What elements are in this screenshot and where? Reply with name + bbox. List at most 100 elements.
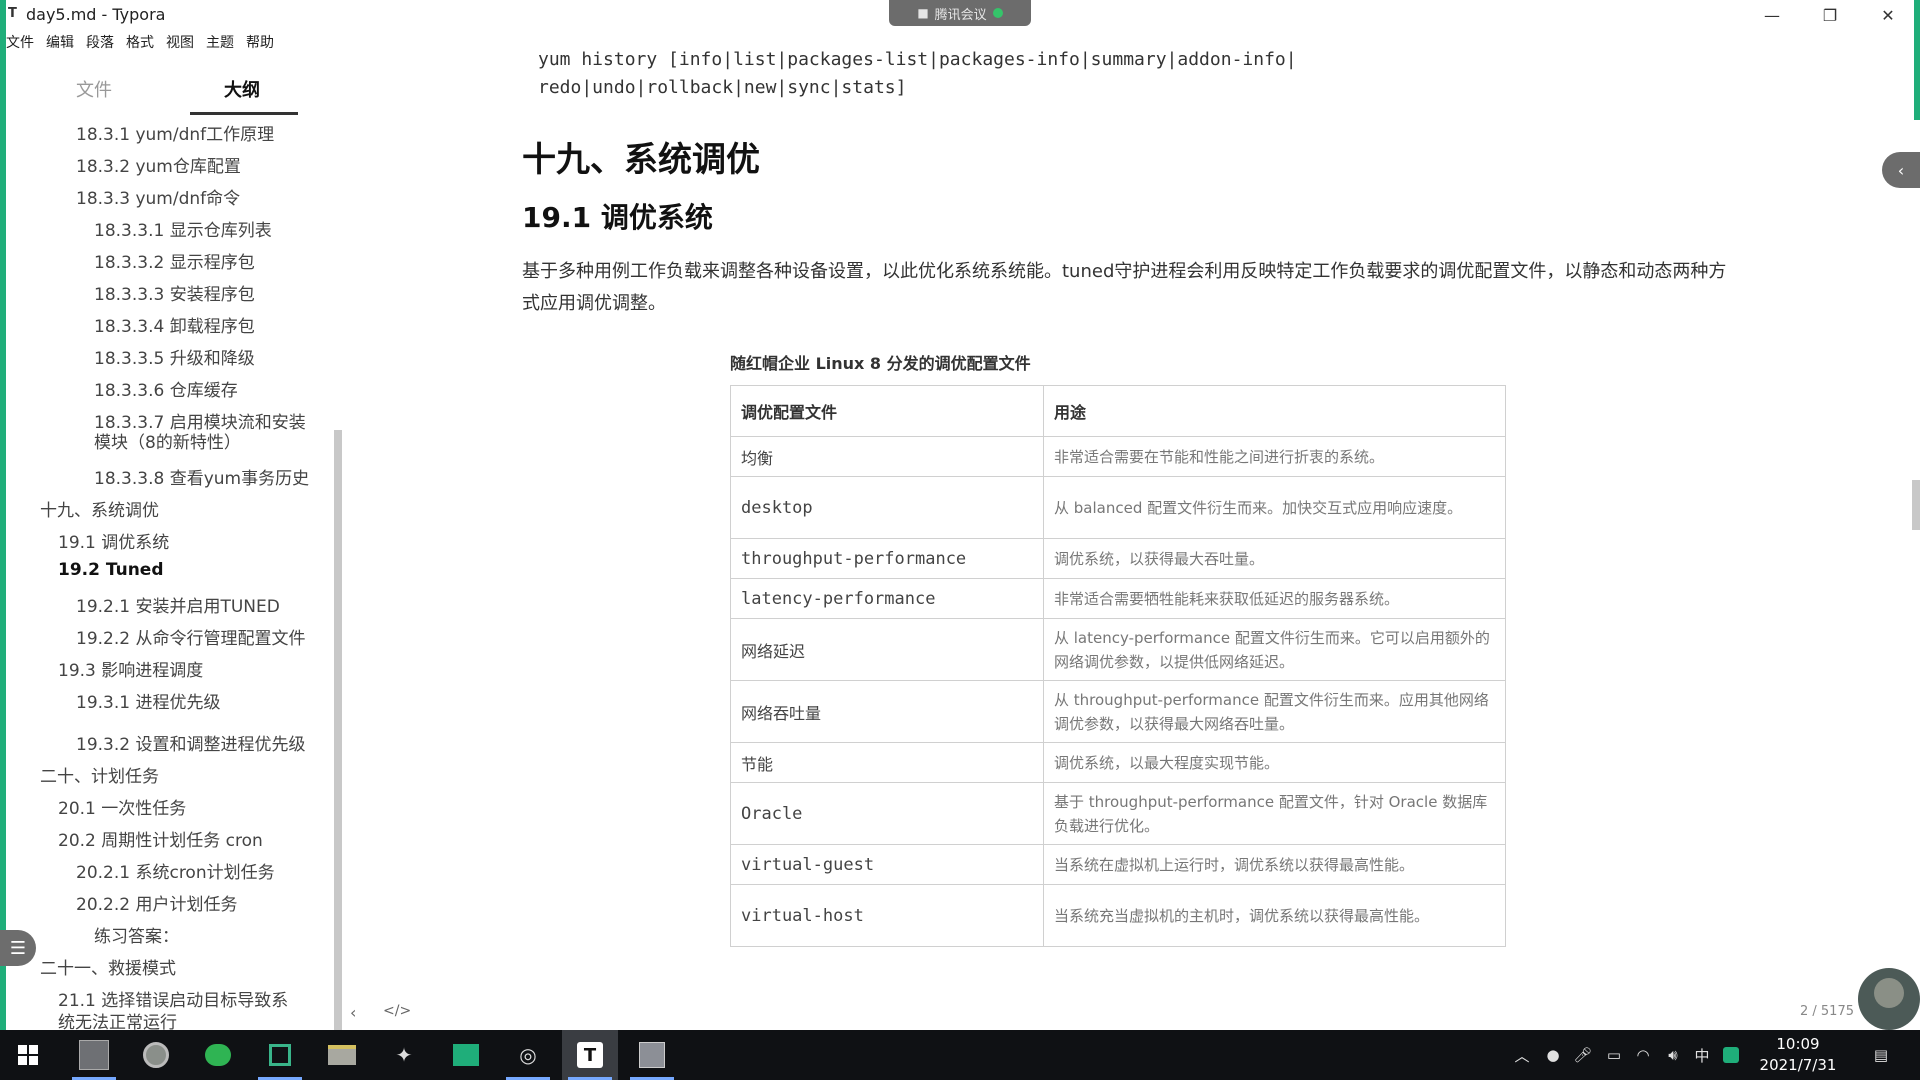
code-line: yum history [info|list|packages-list|pac… bbox=[538, 49, 1297, 70]
clock-date: 2021/7/31 bbox=[1759, 1056, 1837, 1074]
tab-outline[interactable]: 大纲 bbox=[224, 76, 260, 102]
outline-item[interactable]: 19.3.2 设置和调整进程优先级 bbox=[76, 730, 305, 755]
outline-item[interactable]: 18.3.3.3 安装程序包 bbox=[94, 280, 255, 305]
table-row: latency-performance 非常适合需要牺牲能耗来获取低延迟的服务器系… bbox=[730, 578, 1506, 619]
purpose-cell: 调优系统，以获得最大吞吐量。 bbox=[1043, 538, 1506, 579]
outline-item[interactable]: 19.2 Tuned bbox=[58, 560, 164, 580]
profile-cell: 网络吞吐量 bbox=[730, 680, 1044, 743]
outline-item[interactable]: 模块（8的新特性） bbox=[94, 428, 241, 453]
table-row: desktop 从 balanced 配置文件衍生而来。加快交互式应用响应速度。 bbox=[730, 476, 1506, 539]
editor-content[interactable]: yum history [info|list|packages-list|pac… bbox=[500, 40, 1750, 1030]
profile-cell: 节能 bbox=[730, 742, 1044, 783]
profile-cell: throughput-performance bbox=[730, 538, 1044, 579]
menu-view[interactable]: 视图 bbox=[166, 32, 194, 54]
microphone-icon[interactable]: 🎤︎ bbox=[1570, 1030, 1596, 1080]
wechat-icon[interactable] bbox=[190, 1030, 246, 1080]
meeting-indicator[interactable]: ■ 腾讯会议 bbox=[889, 0, 1031, 26]
outline-item[interactable]: 19.2.1 安装并启用TUNED bbox=[76, 592, 280, 617]
word-count[interactable]: 2 / 5175 bbox=[1800, 1004, 1854, 1019]
volume-icon[interactable]: 🔊︎ bbox=[1660, 1030, 1686, 1080]
menu-help[interactable]: 帮助 bbox=[246, 32, 274, 54]
table-caption: 随红帽企业 Linux 8 分发的调优配置文件 bbox=[730, 354, 1031, 373]
outline-item[interactable]: 18.3.3.1 显示仓库列表 bbox=[94, 216, 272, 241]
profile-cell: latency-performance bbox=[730, 578, 1044, 619]
chevron-up-icon[interactable]: ︿ bbox=[1510, 1030, 1534, 1080]
windows-icon[interactable] bbox=[0, 1030, 56, 1080]
sidebar-tabs: 文件 大纲 bbox=[6, 68, 336, 115]
circle-app-icon[interactable]: ◎ bbox=[500, 1030, 556, 1080]
outline-item[interactable]: 18.3.3.5 升级和降级 bbox=[94, 344, 255, 369]
source-code-mode-icon[interactable]: </> bbox=[383, 1003, 411, 1019]
collapse-arrow-icon[interactable]: ‹ bbox=[1882, 152, 1920, 188]
collapse-sidebar-icon[interactable]: ‹ bbox=[350, 1003, 356, 1022]
outline-item[interactable]: 18.3.3.2 显示程序包 bbox=[94, 248, 255, 273]
camera-icon: ■ bbox=[917, 6, 929, 20]
table-row: 网络延迟从 latency-performance 配置文件衍生而来。它可以启用… bbox=[730, 618, 1506, 681]
menu-edit[interactable]: 编辑 bbox=[46, 32, 74, 54]
outline-item[interactable]: 19.3.1 进程优先级 bbox=[76, 688, 220, 713]
minimize-button[interactable]: — bbox=[1744, 0, 1800, 30]
bird-app-icon[interactable]: ✦ bbox=[376, 1030, 432, 1080]
outline-item[interactable]: 18.3.3.4 卸载程序包 bbox=[94, 312, 255, 337]
table-row: 节能 调优系统，以最大程度实现节能。 bbox=[730, 742, 1506, 783]
network-app-icon[interactable]: ● bbox=[1540, 1030, 1566, 1080]
sidebar-scrollbar[interactable] bbox=[334, 430, 342, 1050]
restore-button[interactable]: ❐ bbox=[1802, 0, 1858, 30]
header-purpose: 用途 bbox=[1043, 385, 1506, 437]
outline-item[interactable]: 19.2.2 从命令行管理配置文件 bbox=[76, 624, 305, 649]
green-app-icon[interactable] bbox=[252, 1030, 308, 1080]
outline-item[interactable]: 20.2 周期性计划任务 cron bbox=[58, 826, 263, 851]
table-row: 网络吞吐量从 throughput-performance 配置文件衍生而来。应… bbox=[730, 680, 1506, 743]
outline-item[interactable]: 19.1 调优系统 bbox=[58, 528, 169, 553]
outline-item[interactable]: 练习答案： bbox=[94, 922, 179, 947]
file-explorer-icon[interactable] bbox=[314, 1030, 370, 1080]
close-button[interactable]: ✕ bbox=[1860, 0, 1916, 30]
notification-icon[interactable]: ▤ bbox=[1866, 1030, 1896, 1080]
sidebar: 文件 大纲 18.3.1 yum/dnf工作原理 18.3.2 yum仓库配置 18… bbox=[6, 60, 342, 1050]
typora-label: T bbox=[577, 1042, 603, 1068]
outline-item[interactable]: 18.3.2 yum仓库配置 bbox=[76, 152, 241, 177]
tool-app-icon[interactable] bbox=[624, 1030, 680, 1080]
typora-taskbar-icon[interactable]: T bbox=[562, 1030, 618, 1080]
photos-app-icon[interactable] bbox=[66, 1030, 122, 1080]
menu-paragraph[interactable]: 段落 bbox=[86, 32, 114, 54]
menu-bar: 文件 编辑 段落 格式 视图 主题 帮助 bbox=[6, 32, 274, 54]
outline-item[interactable]: 20.2.2 用户计划任务 bbox=[76, 890, 237, 915]
taskbar: ✦ ◎ T ︿ ● 🎤︎ ▭ ◠ 🔊︎ 中 10:09 2021/7/31 ▤ bbox=[0, 1030, 1920, 1080]
menu-format[interactable]: 格式 bbox=[126, 32, 154, 54]
outline-item[interactable]: 18.3.3.8 查看yum事务历史 bbox=[94, 464, 309, 489]
purpose-cell: 调优系统，以最大程度实现节能。 bbox=[1043, 742, 1506, 783]
outline-item[interactable]: 二十、计划任务 bbox=[40, 762, 159, 787]
editor-scrollbar[interactable] bbox=[1912, 480, 1920, 530]
purpose-cell: 非常适合需要在节能和性能之间进行折衷的系统。 bbox=[1043, 436, 1506, 477]
purpose-cell: 基于 throughput-performance 配置文件，针对 Oracle… bbox=[1043, 782, 1506, 845]
outline-item[interactable]: 18.3.3 yum/dnf命令 bbox=[76, 184, 240, 209]
table-row: throughput-performance 调优系统，以获得最大吞吐量。 bbox=[730, 538, 1506, 579]
chrome-icon[interactable] bbox=[128, 1030, 184, 1080]
menu-file[interactable]: 文件 bbox=[6, 32, 34, 54]
outline-item[interactable]: 18.3.1 yum/dnf工作原理 bbox=[76, 120, 274, 145]
menu-theme[interactable]: 主题 bbox=[206, 32, 234, 54]
q-app-tray-icon[interactable] bbox=[1718, 1030, 1744, 1080]
list-icon[interactable]: ☰ bbox=[0, 930, 36, 966]
wifi-icon[interactable]: ◠ bbox=[1630, 1030, 1656, 1080]
profile-cell: virtual-host bbox=[730, 884, 1044, 947]
battery-icon[interactable]: ▭ bbox=[1600, 1030, 1628, 1080]
outline-item[interactable]: 二十一、救援模式 bbox=[40, 954, 176, 979]
outline-item[interactable]: 20.1 一次性任务 bbox=[58, 794, 186, 819]
mountain-app-icon[interactable] bbox=[438, 1030, 494, 1080]
window-title: day5.md - Typora bbox=[26, 5, 166, 24]
clock[interactable]: 10:09 2021/7/31 bbox=[1748, 1034, 1848, 1076]
table-row: virtual-guest 当系统在虚拟机上运行时，调优系统以获得最高性能。 bbox=[730, 844, 1506, 885]
purpose-cell: 从 balanced 配置文件衍生而来。加快交互式应用响应速度。 bbox=[1043, 476, 1506, 539]
table-row: 均衡 非常适合需要在节能和性能之间进行折衷的系统。 bbox=[730, 436, 1506, 477]
outline-item[interactable]: 十九、系统调优 bbox=[40, 496, 159, 521]
input-language[interactable]: 中 bbox=[1690, 1030, 1714, 1080]
outline-list: 18.3.1 yum/dnf工作原理 18.3.2 yum仓库配置 18.3.3 y… bbox=[6, 112, 326, 1052]
tab-files[interactable]: 文件 bbox=[76, 76, 112, 102]
table-row: virtual-host 当系统充当虚拟机的主机时，调优系统以获得最高性能。 bbox=[730, 884, 1506, 947]
purpose-cell: 非常适合需要牺牲能耗来获取低延迟的服务器系统。 bbox=[1043, 578, 1506, 619]
outline-item[interactable]: 19.3 影响进程调度 bbox=[58, 656, 203, 681]
outline-item[interactable]: 20.2.1 系统cron计划任务 bbox=[76, 858, 275, 883]
outline-item[interactable]: 18.3.3.6 仓库缓存 bbox=[94, 376, 238, 401]
